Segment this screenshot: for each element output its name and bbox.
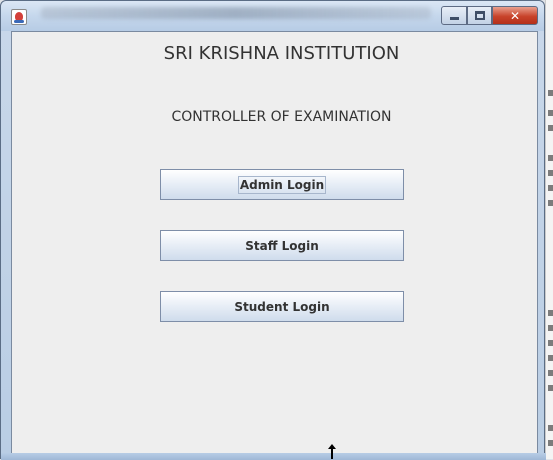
app-window: ✕ SRI KRISHNA INSTITUTION CONTROLLER OF … [0,0,546,460]
title-bar-blur [41,7,431,19]
maximize-button[interactable] [467,6,492,25]
minimize-button[interactable] [441,6,467,25]
java-app-icon[interactable] [11,9,27,25]
staff-login-button[interactable]: Staff Login [160,230,404,261]
student-login-button[interactable]: Student Login [160,291,404,322]
student-login-label: Student Login [234,299,330,314]
maximize-icon [474,11,485,20]
admin-login-button[interactable]: Admin Login [160,169,404,200]
staff-login-label: Staff Login [245,238,319,253]
institution-title: SRI KRISHNA INSTITUTION [163,43,400,64]
title-bar[interactable]: ✕ [1,1,544,31]
minimize-icon [449,17,459,20]
section-subtitle: CONTROLLER OF EXAMINATION [171,109,392,125]
main-panel: SRI KRISHNA INSTITUTION CONTROLLER OF EX… [11,31,538,454]
close-button[interactable]: ✕ [492,6,538,25]
close-icon: ✕ [509,8,521,23]
admin-login-label: Admin Login [237,175,327,194]
background-window-edge [545,0,553,459]
mouse-cursor-icon [328,444,336,459]
